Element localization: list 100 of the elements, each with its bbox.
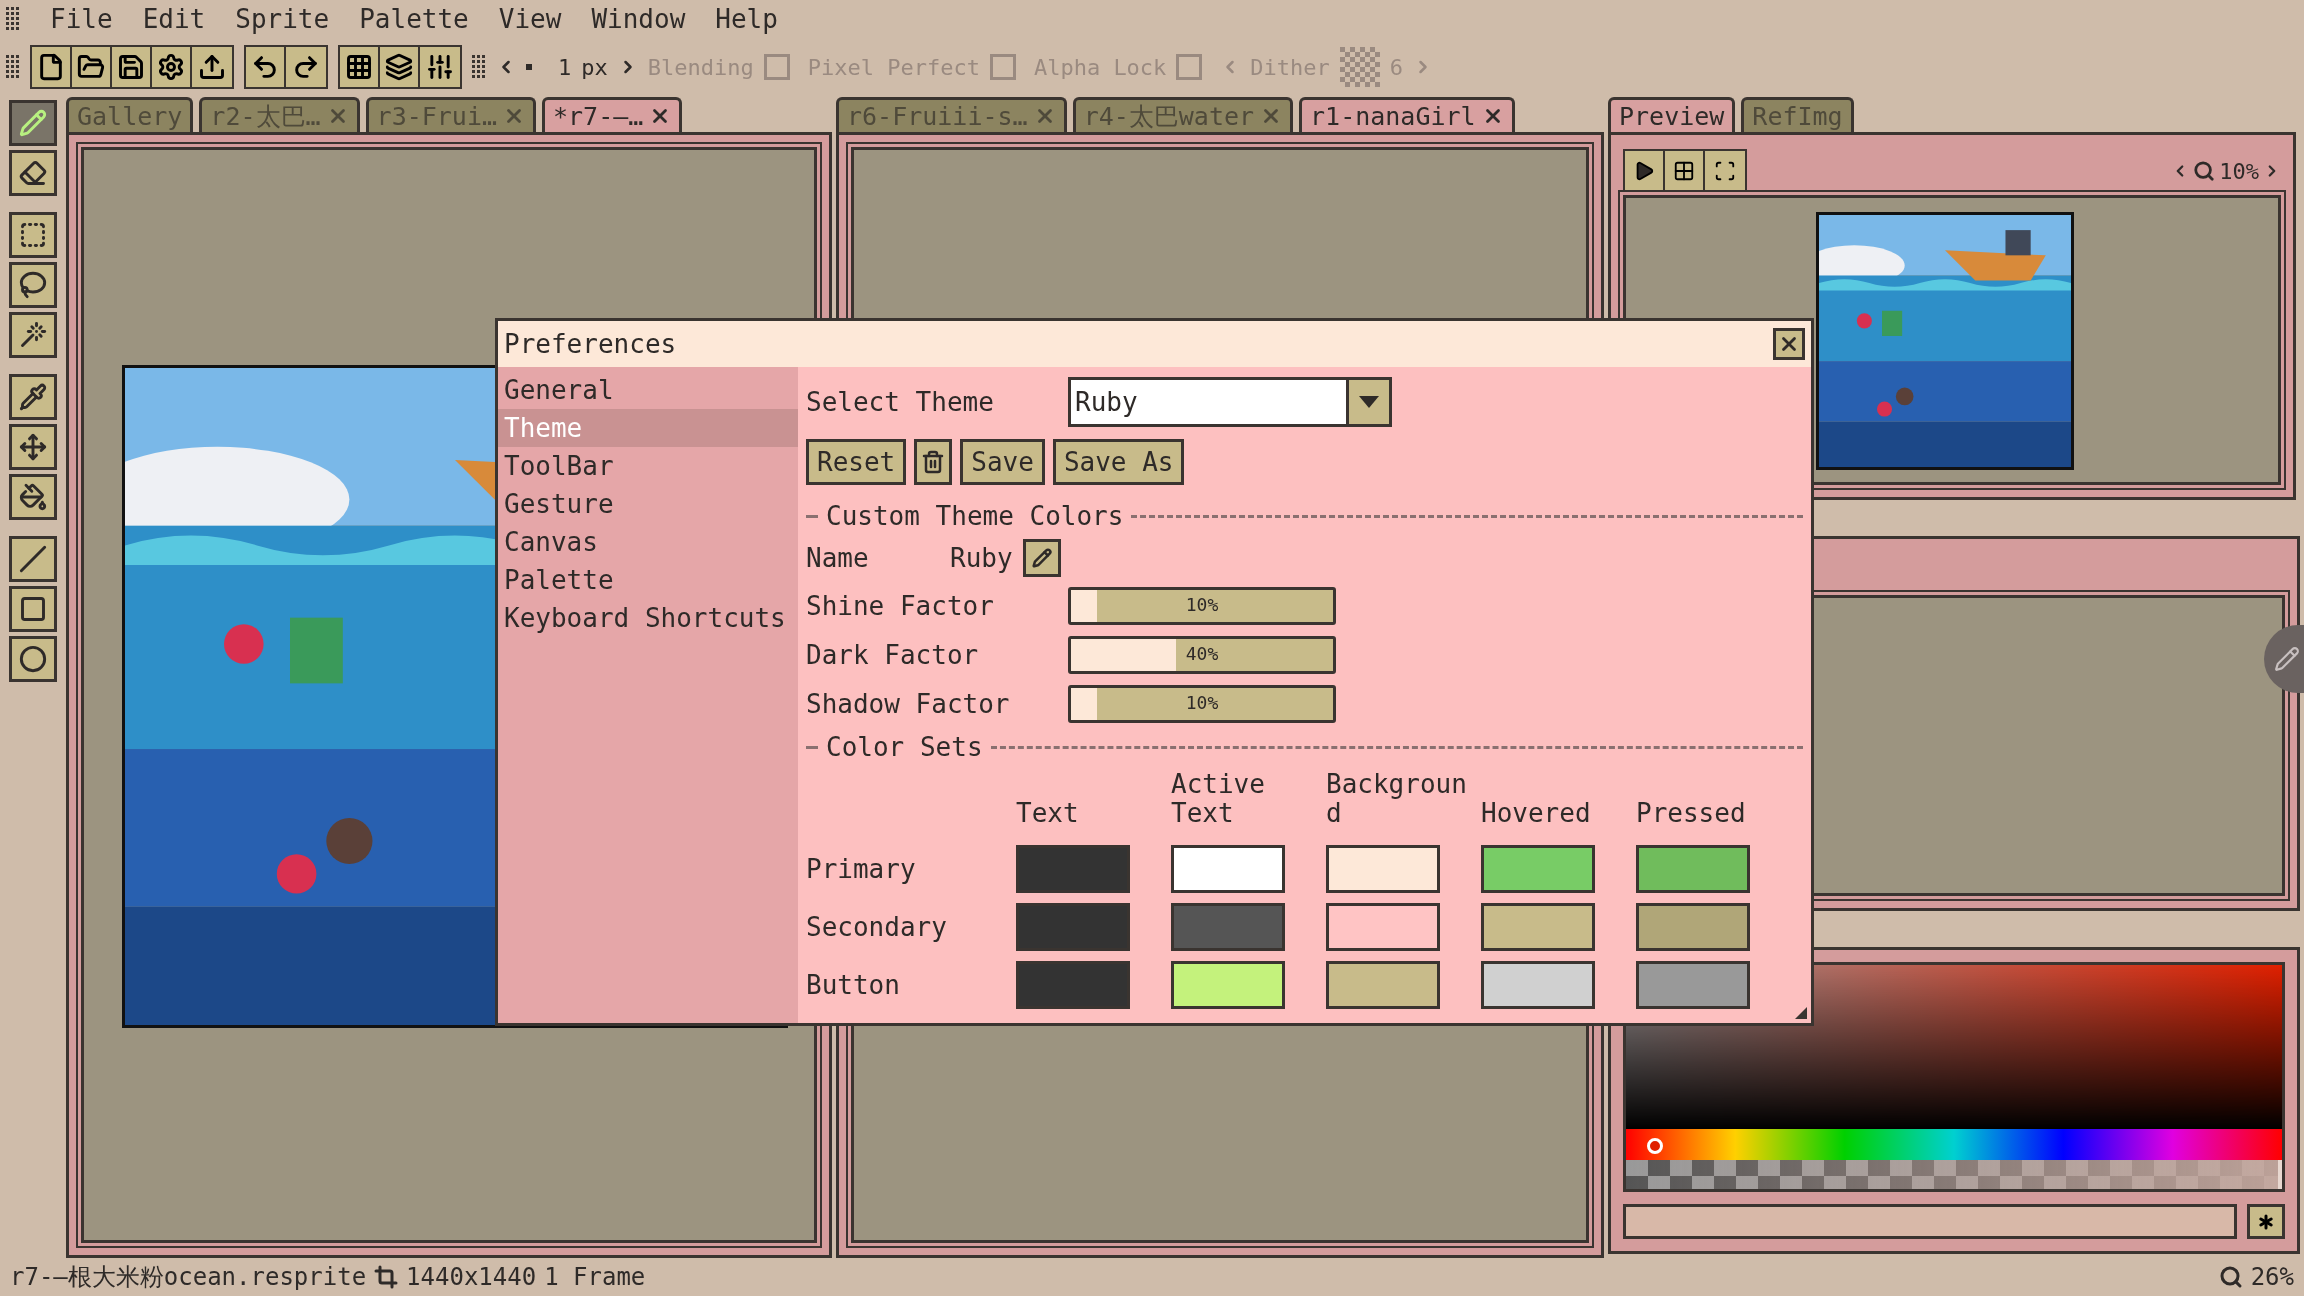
row-label: Secondary: [806, 912, 948, 943]
menu-item[interactable]: View: [498, 4, 562, 34]
tool-button[interactable]: [9, 212, 57, 258]
line-icon: [19, 545, 47, 573]
factor-slider[interactable]: 10%: [1068, 586, 1336, 625]
save-as-button[interactable]: Save As: [1052, 439, 1185, 485]
menu-item[interactable]: Edit: [142, 4, 206, 34]
color-swatch[interactable]: [1326, 845, 1440, 894]
checkbox[interactable]: [1176, 54, 1203, 80]
column-header: Text: [1016, 798, 1080, 830]
color-swatch[interactable]: [1016, 845, 1130, 894]
brush-size: 1: [558, 54, 572, 80]
color-swatch[interactable]: [1481, 903, 1595, 952]
zoom-level: 10%: [2219, 158, 2259, 184]
color-swatch[interactable]: [1326, 961, 1440, 1010]
frame-icon: [1714, 160, 1736, 182]
sidebar-item[interactable]: Gesture: [498, 485, 798, 523]
section-heading: Custom Theme Colors: [826, 501, 1124, 531]
tool-button[interactable]: [9, 536, 57, 582]
factor-label: Shadow Factor: [806, 688, 1011, 719]
color-swatch[interactable]: [1481, 961, 1595, 1010]
lasso-icon: [19, 271, 47, 299]
settings-icon: [157, 53, 185, 81]
alpha-handle[interactable]: [2278, 1160, 2282, 1190]
checkbox[interactable]: [763, 54, 790, 80]
delete-button[interactable]: [914, 439, 953, 485]
row-label: Primary: [806, 854, 917, 885]
tab[interactable]: r1-nanaGirl: [1299, 97, 1515, 132]
reset-button[interactable]: Reset: [806, 439, 907, 485]
menu-item[interactable]: Window: [591, 4, 686, 34]
menu-item[interactable]: Palette: [359, 4, 469, 34]
tab[interactable]: Preview: [1608, 97, 1736, 132]
color-swatch[interactable]: [1326, 903, 1440, 952]
save-button[interactable]: Save: [960, 439, 1045, 485]
frame-count: 1 Frame: [544, 1263, 646, 1291]
sidebar-item[interactable]: ToolBar: [498, 447, 798, 485]
dialog-title: Preferences: [504, 329, 677, 359]
slider-value: 10%: [1184, 691, 1220, 713]
column-header: Hovered: [1481, 798, 1592, 830]
tool-button[interactable]: [9, 474, 57, 520]
sidebar-item[interactable]: Canvas: [498, 523, 798, 561]
color-swatch[interactable]: [1171, 961, 1285, 1010]
resize-grip-icon[interactable]: [1795, 1007, 1807, 1019]
sidebar-item[interactable]: General: [498, 371, 798, 409]
menu-item[interactable]: Sprite: [235, 4, 330, 34]
folder-icon: [77, 53, 105, 81]
menu-item[interactable]: File: [50, 4, 113, 34]
factor-label: Shine Factor: [806, 590, 995, 621]
tool-button[interactable]: [9, 424, 57, 470]
color-mode-button[interactable]: [2247, 1204, 2285, 1239]
row-label: Button: [806, 970, 901, 1001]
layers-icon: [385, 53, 413, 81]
pencil-icon: [19, 109, 47, 137]
close-button[interactable]: [1773, 328, 1805, 360]
tab[interactable]: *r7-—…: [542, 97, 683, 132]
grip-icon: [6, 7, 20, 31]
color-swatch[interactable]: [1636, 903, 1750, 952]
column-header: Active Text: [1171, 770, 1266, 830]
circle-icon: [19, 645, 47, 673]
color-swatch[interactable]: [1636, 845, 1750, 894]
undo-icon: [251, 53, 279, 81]
sidebar-item[interactable]: Keyboard Shortcuts: [498, 599, 798, 637]
color-swatch[interactable]: [1016, 961, 1130, 1010]
move-icon: [19, 433, 47, 461]
tool-button[interactable]: [9, 100, 57, 146]
pencil-icon: [2274, 646, 2300, 672]
color-swatch[interactable]: [1636, 961, 1750, 1010]
sidebar-item[interactable]: Palette: [498, 561, 798, 599]
hue-slider[interactable]: [1623, 1129, 2285, 1161]
factor-slider[interactable]: 40%: [1068, 635, 1336, 674]
color-swatch[interactable]: [1481, 845, 1595, 894]
menu-item[interactable]: Help: [715, 4, 778, 34]
color-swatch[interactable]: [1171, 845, 1285, 894]
file-name: r7-—根大米粉ocean.resprite: [10, 1262, 367, 1293]
tool-button[interactable]: [9, 636, 57, 682]
hex-field[interactable]: [1623, 1204, 2237, 1239]
factor-slider[interactable]: 10%: [1068, 684, 1336, 723]
tool-button[interactable]: [9, 262, 57, 308]
zoom-level: 26%: [2250, 1263, 2294, 1291]
tool-button[interactable]: [9, 150, 57, 196]
tool-button[interactable]: [9, 312, 57, 358]
column-header: Pressed: [1636, 798, 1747, 830]
factor-label: Dark Factor: [806, 639, 980, 670]
edit-name-button[interactable]: [1022, 539, 1061, 577]
pipette-icon: [19, 383, 47, 411]
trash-icon: [921, 450, 946, 474]
color-swatch[interactable]: [1171, 903, 1285, 952]
hue-handle[interactable]: [1647, 1138, 1664, 1155]
dashed-square-icon: [19, 221, 47, 249]
alpha-slider[interactable]: [1623, 1160, 2285, 1193]
tool-button[interactable]: [9, 374, 57, 420]
theme-dropdown[interactable]: Ruby: [1068, 377, 1392, 427]
redo-icon: [292, 53, 320, 81]
new-file-icon: [37, 53, 65, 81]
name-label: Name: [806, 543, 870, 573]
color-swatch[interactable]: [1016, 903, 1130, 952]
tool-button[interactable]: [9, 586, 57, 632]
pencil-icon: [1031, 548, 1052, 568]
checkbox[interactable]: [989, 54, 1016, 80]
slider-value: 10%: [1184, 593, 1220, 615]
